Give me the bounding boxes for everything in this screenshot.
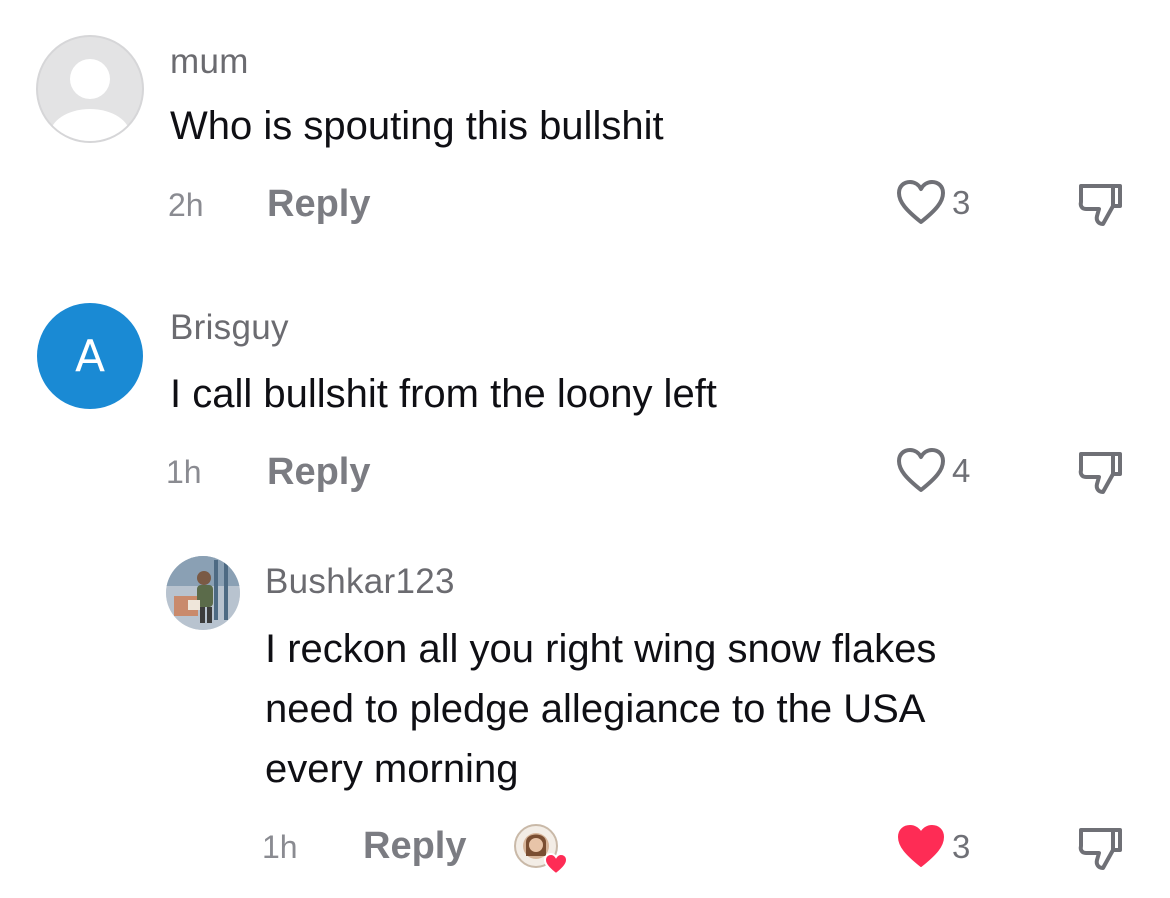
- like-count: 3: [952, 828, 971, 865]
- comment-text-line: need to pledge allegiance to the USA: [265, 687, 926, 731]
- person-photo-icon: [166, 556, 240, 630]
- reply-button[interactable]: Reply: [267, 183, 370, 226]
- comment-username[interactable]: Brisguy: [170, 308, 289, 348]
- reply-button[interactable]: Reply: [267, 451, 370, 494]
- reply-button[interactable]: Reply: [363, 825, 466, 868]
- comment-text: Who is spouting this bullshit: [170, 104, 664, 148]
- thumbs-down-icon: [1078, 452, 1122, 494]
- comment-time: 1h: [262, 829, 298, 865]
- like-count: 3: [952, 184, 971, 221]
- comment-time: 1h: [166, 454, 202, 490]
- like-count: 4: [952, 452, 971, 489]
- dislike-button[interactable]: [1076, 448, 1124, 501]
- comment-time: 2h: [168, 187, 204, 223]
- comment-text: I call bullshit from the loony left: [170, 372, 717, 416]
- comment-username[interactable]: Bushkar123: [265, 562, 455, 602]
- like-button[interactable]: 3: [896, 824, 970, 870]
- comment-text-line: every morning: [265, 747, 519, 791]
- thumbs-down-icon: [1078, 184, 1122, 226]
- dislike-button[interactable]: [1076, 824, 1124, 877]
- comment-username[interactable]: mum: [170, 42, 249, 82]
- heart-outline-icon: [897, 448, 945, 492]
- heart-filled-icon: [898, 825, 944, 867]
- like-button[interactable]: 3: [896, 180, 970, 226]
- photo-avatar[interactable]: [166, 556, 240, 630]
- thumbs-down-icon: [1078, 828, 1122, 870]
- comment-text-line: I reckon all you right wing snow flakes: [265, 627, 937, 671]
- like-button[interactable]: 4: [896, 448, 970, 494]
- user-silhouette-icon: [50, 59, 130, 141]
- liked-by-creator-badge: [512, 822, 569, 876]
- heart-outline-icon: [897, 180, 945, 224]
- dislike-button[interactable]: [1076, 180, 1124, 233]
- creator-avatar-heart-icon: [514, 824, 569, 876]
- default-avatar[interactable]: [36, 35, 144, 143]
- letter-avatar[interactable]: A: [37, 303, 143, 409]
